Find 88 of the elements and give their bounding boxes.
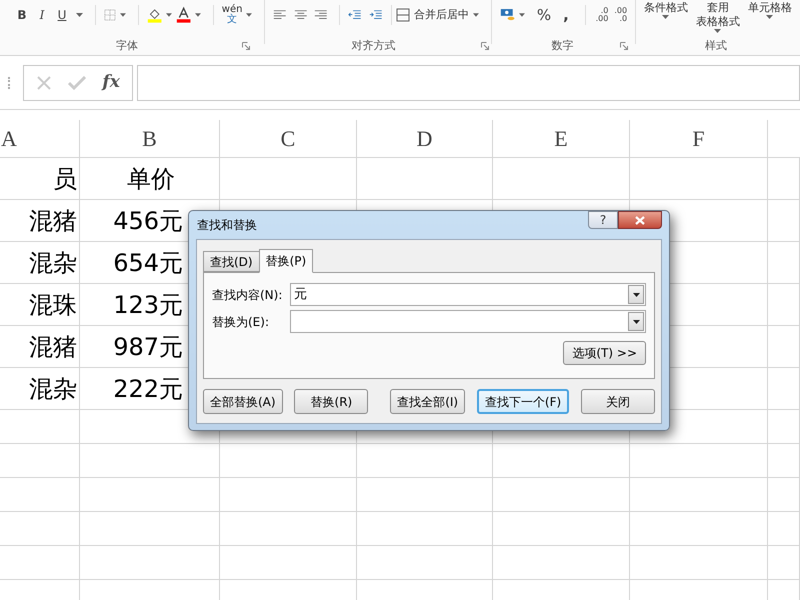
style-button-label[interactable]: 条件格式: [644, 1, 688, 15]
help-button[interactable]: ?: [588, 211, 618, 229]
column-header[interactable]: A: [1, 122, 17, 155]
decimal-text: .00: [596, 15, 608, 23]
insert-function-button[interactable]: fx: [102, 70, 120, 96]
table-cell-text: 单价: [127, 164, 175, 194]
table-cell-text: 654元: [113, 248, 183, 278]
options-button[interactable]: 选项(T) >>: [563, 341, 646, 365]
table-cell-text: 123元: [113, 290, 183, 320]
dialog-button[interactable]: 查找全部(I): [390, 389, 466, 414]
percent-button[interactable]: %: [536, 4, 552, 26]
caret-icon[interactable]: [166, 13, 172, 17]
dialog-button[interactable]: 全部替换(A): [203, 389, 283, 414]
group-label: 对齐方式: [352, 38, 396, 54]
caret-icon[interactable]: [195, 13, 201, 17]
style-button-label[interactable]: 套用: [706, 1, 729, 15]
caret-icon[interactable]: [76, 13, 83, 17]
dialog-button[interactable]: 替换(R): [294, 389, 368, 414]
phonetic-button[interactable]: wén 文: [222, 5, 242, 25]
align-icon[interactable]: [294, 9, 308, 21]
caret-icon[interactable]: [246, 13, 252, 17]
underline-button[interactable]: U: [52, 6, 72, 24]
font-color-icon[interactable]: [176, 6, 191, 24]
column-header[interactable]: C: [280, 122, 296, 155]
align-icon[interactable]: [314, 9, 328, 21]
indent-icon[interactable]: [348, 9, 362, 21]
bold-button[interactable]: B: [12, 6, 32, 24]
close-button[interactable]: [618, 211, 662, 229]
decimal-button[interactable]: .0 .00: [596, 7, 608, 23]
caret-icon[interactable]: [120, 13, 126, 17]
caret-icon: [632, 292, 640, 296]
dialog-button[interactable]: 查找下一个(F): [476, 389, 570, 414]
caret-icon[interactable]: [662, 15, 670, 19]
table-cell-text: 222元: [113, 374, 183, 404]
caret-icon[interactable]: [472, 13, 479, 17]
phonetic-character: 文: [227, 15, 238, 25]
column-header[interactable]: B: [142, 122, 157, 155]
dialog-launcher-icon[interactable]: [481, 42, 489, 50]
dialog-button[interactable]: 关闭: [581, 389, 655, 414]
field-value: 元: [293, 286, 308, 304]
borders-icon[interactable]: [104, 8, 116, 22]
close-icon: [635, 216, 645, 224]
table-cell-text: 987元: [113, 332, 183, 362]
grip-icon: [8, 76, 11, 88]
style-button-label[interactable]: 单元格格: [748, 1, 792, 15]
decimal-text: .0: [619, 15, 628, 23]
italic-button[interactable]: I: [32, 6, 52, 24]
group-label: 字体: [116, 38, 138, 54]
table-cell-text: 混猪: [29, 206, 77, 236]
column-header[interactable]: E: [554, 122, 568, 155]
align-icon[interactable]: [273, 9, 287, 21]
dropdown-button[interactable]: [628, 312, 644, 331]
combo-field[interactable]: [290, 310, 646, 333]
formula-input[interactable]: [137, 64, 800, 100]
decimal-text: .0: [600, 7, 608, 15]
check-icon[interactable]: [68, 76, 86, 90]
comma-button[interactable]: ,: [563, 4, 569, 26]
dialog-tab[interactable]: 查找(D): [203, 251, 259, 272]
style-button-label[interactable]: 表格格式: [696, 15, 740, 29]
group-label: 数字: [552, 38, 574, 54]
decimal-button[interactable]: .00 .0: [614, 7, 628, 23]
column-header[interactable]: F: [692, 122, 705, 155]
merge-center-button[interactable]: 合并后居中: [396, 6, 469, 24]
combo-field[interactable]: 元: [290, 283, 646, 306]
caret-icon: [632, 320, 640, 324]
phonetic-pinyin: wén: [222, 5, 242, 15]
currency-icon[interactable]: [500, 7, 515, 23]
caret-icon[interactable]: [518, 13, 525, 17]
decimal-text: .00: [614, 7, 628, 15]
field-label: 替换为(E):: [212, 314, 270, 330]
dialog-launcher-icon[interactable]: [620, 42, 628, 50]
table-cell-text: 员: [53, 164, 77, 194]
table-cell-text: 混杂: [29, 248, 77, 278]
table-cell-text: 混杂: [29, 374, 77, 404]
table-cell-text: 456元: [113, 206, 183, 236]
table-cell-text: 混珠: [29, 290, 77, 320]
dialog-launcher-icon[interactable]: [242, 42, 250, 50]
field-label: 查找内容(N):: [212, 286, 284, 304]
group-label: 样式: [705, 38, 727, 54]
merge-icon: [396, 8, 410, 22]
caret-icon[interactable]: [766, 15, 774, 19]
table-cell-text: 混猪: [29, 332, 77, 362]
dialog-tab[interactable]: 替换(P): [258, 249, 314, 273]
dropdown-button[interactable]: [628, 285, 644, 304]
dialog-title: 查找和替换: [196, 217, 257, 234]
column-header[interactable]: D: [416, 122, 432, 155]
indent-icon[interactable]: [369, 9, 383, 21]
caret-icon[interactable]: [714, 29, 722, 33]
